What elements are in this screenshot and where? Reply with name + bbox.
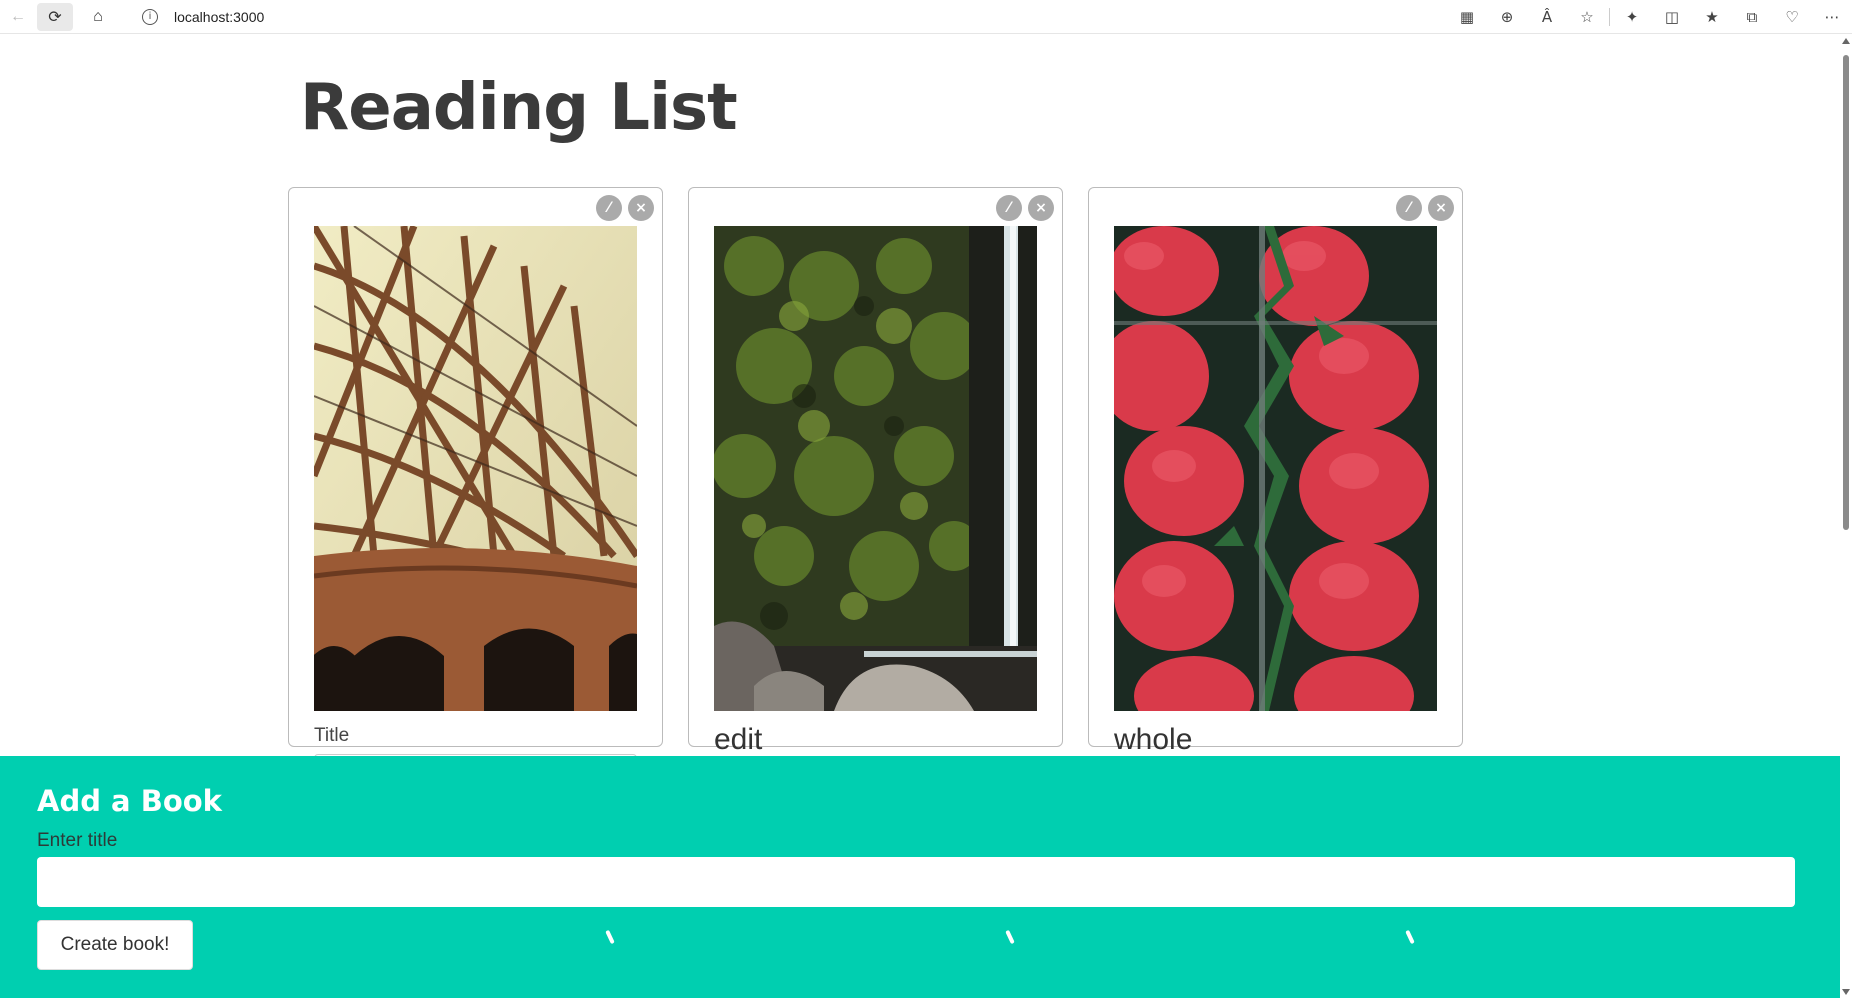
scroll-up-icon[interactable] (1842, 38, 1850, 44)
url-text: localhost:3000 (174, 9, 265, 25)
book-image-waterfall (714, 226, 1037, 711)
title-field-label: Enter title (37, 830, 118, 851)
zoom-icon[interactable]: ⊕ (1487, 3, 1527, 31)
book-image-strawberries (1114, 226, 1437, 711)
card-actions: ⁄ × (1396, 195, 1454, 221)
back-icon[interactable]: ← (0, 3, 36, 31)
book-title: edit (714, 723, 763, 756)
toolbar-actions: ▦ ⊕ Â ☆ ✦ ◫ ★ ⧉ ♡ ⋯ (1447, 3, 1852, 31)
book-card: ⁄ × (288, 187, 663, 788)
favorite-icon[interactable]: ☆ (1567, 3, 1607, 31)
split-screen-icon[interactable]: ◫ (1652, 3, 1692, 31)
read-aloud-icon[interactable]: Â (1527, 3, 1567, 31)
book-card: ⁄ × (688, 187, 1063, 756)
address-bar[interactable]: i localhost:3000 (126, 3, 1396, 31)
info-icon[interactable]: i (142, 9, 158, 25)
health-icon[interactable]: ♡ (1772, 3, 1812, 31)
vertical-scrollbar[interactable] (1840, 35, 1852, 998)
reload-icon[interactable]: ⟳ (37, 3, 73, 31)
title-field[interactable] (37, 857, 1795, 907)
close-icon[interactable]: × (1428, 195, 1454, 221)
more-icon[interactable]: ⋯ (1812, 3, 1852, 31)
title-label: Title (314, 725, 350, 746)
edit-cursor-mark (1005, 929, 1015, 945)
app-icon[interactable]: ▦ (1447, 3, 1487, 31)
page: Reading List ⁄ × Title ⁄ × edit ⁄ × whol… (0, 35, 1840, 998)
edit-icon[interactable]: ⁄ (596, 195, 622, 221)
page-title: Reading List (300, 71, 738, 145)
book-card: ⁄ × (1088, 187, 1463, 756)
card-actions: ⁄ × (996, 195, 1054, 221)
extensions-icon[interactable]: ✦ (1612, 3, 1652, 31)
edit-cursor-mark (605, 929, 615, 945)
add-book-form: Add a Book Enter title Create book! (0, 756, 1840, 998)
book-image-bridge (314, 226, 637, 711)
add-book-heading: Add a Book (37, 784, 222, 818)
close-icon[interactable]: × (628, 195, 654, 221)
edit-icon[interactable]: ⁄ (1396, 195, 1422, 221)
collections-icon[interactable]: ⧉ (1732, 3, 1772, 31)
book-title: whole (1114, 723, 1193, 756)
edit-icon[interactable]: ⁄ (996, 195, 1022, 221)
close-icon[interactable]: × (1028, 195, 1054, 221)
create-book-button[interactable]: Create book! (37, 920, 193, 970)
home-icon[interactable]: ⌂ (80, 3, 116, 31)
card-actions: ⁄ × (596, 195, 654, 221)
scroll-down-icon[interactable] (1842, 989, 1850, 995)
scroll-thumb[interactable] (1843, 55, 1849, 530)
favorites-icon[interactable]: ★ (1692, 3, 1732, 31)
toolbar-divider (1609, 8, 1610, 26)
edit-cursor-mark (1405, 929, 1415, 945)
browser-toolbar: ← ⟳ ⌂ i localhost:3000 ▦ ⊕ Â ☆ ✦ ◫ ★ ⧉ … (0, 0, 1852, 34)
